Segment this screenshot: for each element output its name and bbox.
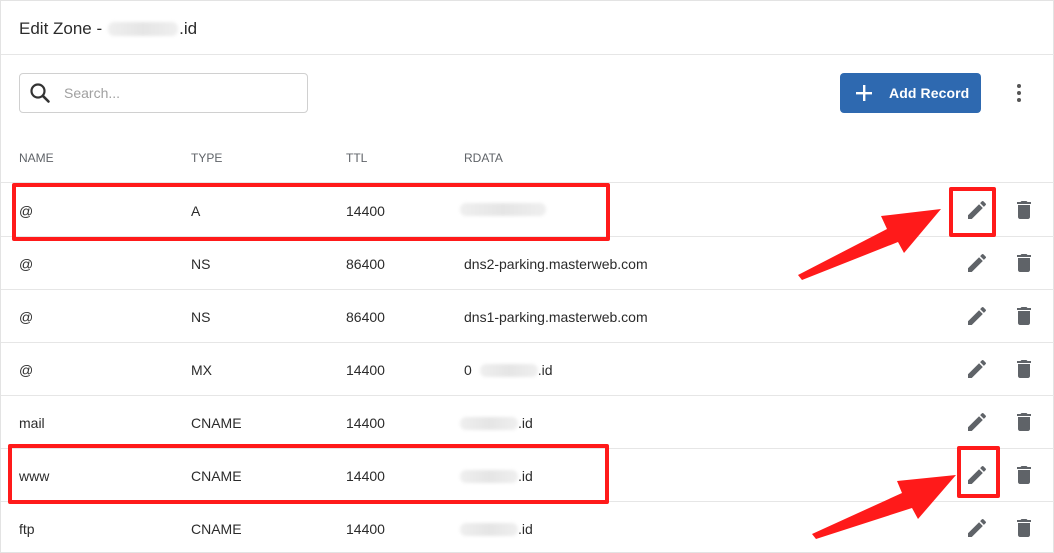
record-rdata: dns2-parking.masterweb.com xyxy=(464,256,648,272)
record-rdata xyxy=(460,203,546,216)
table-row[interactable]: @ NS 86400 dns1-parking.masterweb.com xyxy=(1,290,1054,343)
table-row[interactable]: mail CNAME 14400 .id xyxy=(1,396,1054,449)
record-type: A xyxy=(191,203,201,219)
pencil-icon[interactable] xyxy=(965,516,989,540)
trash-icon[interactable] xyxy=(1012,198,1036,222)
column-header-type[interactable]: TYPE xyxy=(191,151,222,165)
redacted-domain xyxy=(108,22,179,36)
redacted-value xyxy=(479,363,538,377)
record-ttl: 14400 xyxy=(346,362,385,378)
redacted-value xyxy=(460,522,518,536)
redacted-value xyxy=(460,203,546,216)
trash-icon[interactable] xyxy=(1012,357,1036,381)
table-row[interactable]: @ NS 86400 dns2-parking.masterweb.com xyxy=(1,237,1054,290)
rdata-suffix: .id xyxy=(518,521,533,537)
add-record-button[interactable]: Add Record xyxy=(840,73,981,113)
record-rdata: .id xyxy=(460,415,533,431)
record-ttl: 14400 xyxy=(346,521,385,537)
column-header-ttl[interactable]: TTL xyxy=(346,151,367,165)
record-rdata: .id xyxy=(460,521,533,537)
record-ttl: 86400 xyxy=(346,309,385,325)
redacted-value xyxy=(460,469,518,483)
column-header-rdata[interactable]: RDATA xyxy=(464,151,503,165)
record-name: @ xyxy=(19,362,34,378)
trash-icon[interactable] xyxy=(1012,463,1036,487)
pencil-icon[interactable] xyxy=(965,198,989,222)
plus-icon xyxy=(856,85,872,101)
pencil-icon[interactable] xyxy=(965,251,989,275)
more-vert-icon[interactable] xyxy=(1007,81,1031,105)
record-ttl: 86400 xyxy=(346,256,385,272)
record-type: MX xyxy=(191,362,212,378)
record-rdata: .id xyxy=(460,468,533,484)
table-row[interactable]: @ A 14400 xyxy=(1,184,1054,237)
trash-icon[interactable] xyxy=(1012,304,1036,328)
pencil-icon[interactable] xyxy=(965,304,989,328)
record-name: mail xyxy=(19,415,45,431)
record-ttl: 14400 xyxy=(346,468,385,484)
table-row[interactable]: ftp CNAME 14400 .id xyxy=(1,502,1054,553)
rdata-suffix: .id xyxy=(518,415,533,431)
record-rdata: 0 .id xyxy=(464,362,553,378)
table-row[interactable]: www CNAME 14400 .id xyxy=(1,449,1054,502)
rdata-prefix: dns2-parking.masterweb.com xyxy=(464,256,648,272)
page-title-prefix: Edit Zone - xyxy=(19,19,103,38)
trash-icon[interactable] xyxy=(1012,410,1036,434)
record-type: NS xyxy=(191,256,211,272)
record-type: CNAME xyxy=(191,415,242,431)
table-row[interactable]: @ MX 14400 0 .id xyxy=(1,343,1054,396)
record-rdata: dns1-parking.masterweb.com xyxy=(464,309,648,325)
page-title-suffix: .id xyxy=(179,19,198,38)
search-box[interactable] xyxy=(19,73,308,113)
redacted-value xyxy=(460,416,518,430)
record-type: NS xyxy=(191,309,211,325)
panel-header: Edit Zone - .id xyxy=(1,1,1054,55)
record-ttl: 14400 xyxy=(346,203,385,219)
record-ttl: 14400 xyxy=(346,415,385,431)
page-title: Edit Zone - .id xyxy=(19,19,197,39)
record-name: @ xyxy=(19,203,34,219)
trash-icon[interactable] xyxy=(1012,516,1036,540)
rdata-prefix: dns1-parking.masterweb.com xyxy=(464,309,648,325)
record-type: CNAME xyxy=(191,521,242,537)
record-name: www xyxy=(19,468,50,484)
edit-zone-panel: Edit Zone - .id Add Record NAME TYPE TTL… xyxy=(0,0,1054,553)
add-record-label: Add Record xyxy=(889,85,970,101)
record-name: @ xyxy=(19,309,34,325)
record-type: CNAME xyxy=(191,468,242,484)
trash-icon[interactable] xyxy=(1012,251,1036,275)
pencil-icon[interactable] xyxy=(965,357,989,381)
record-name: ftp xyxy=(19,521,35,537)
pencil-icon[interactable] xyxy=(965,410,989,434)
record-name: @ xyxy=(19,256,34,272)
pencil-icon[interactable] xyxy=(965,463,989,487)
table-header: NAME TYPE TTL RDATA xyxy=(1,131,1054,183)
rdata-suffix: .id xyxy=(518,468,533,484)
rdata-prefix: 0 xyxy=(464,362,472,378)
search-icon xyxy=(30,83,50,103)
column-header-name[interactable]: NAME xyxy=(19,151,54,165)
rdata-suffix: .id xyxy=(537,362,553,378)
search-input[interactable] xyxy=(64,85,264,101)
